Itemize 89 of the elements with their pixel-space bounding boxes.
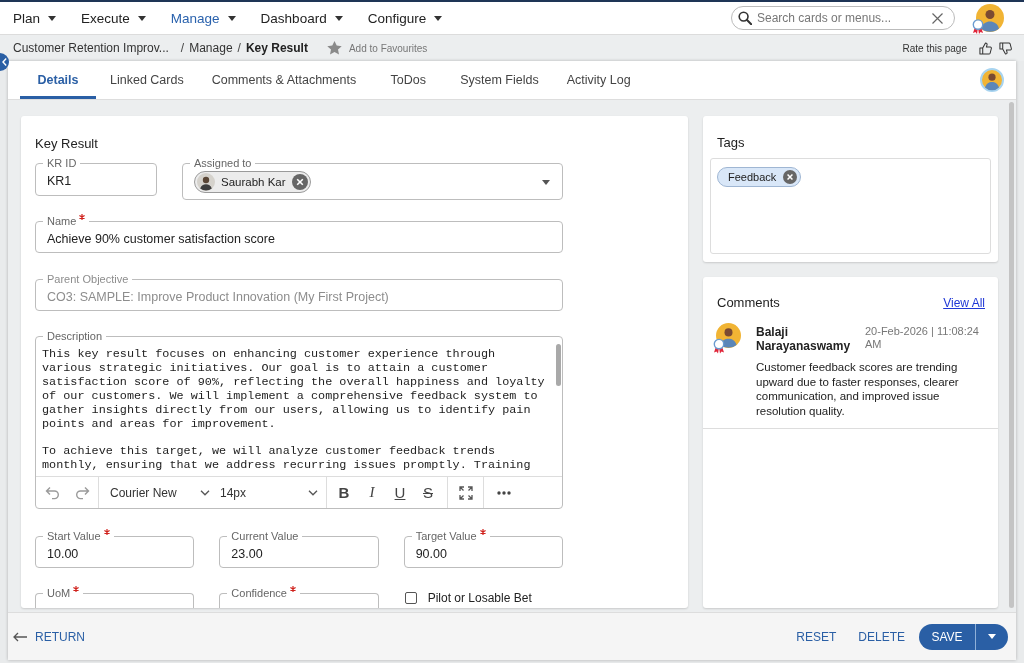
search-icon [738,11,752,25]
action-button[interactable]: DELETE [858,623,905,650]
underline-button[interactable]: U [386,480,414,505]
dropdown-caret-icon[interactable] [542,179,550,185]
search-field[interactable]: Search cards or menus... [731,6,955,30]
avatar-icon [197,173,215,191]
tab[interactable]: System Fields [446,61,553,99]
tab[interactable]: Linked Cards [96,61,198,99]
kr-id-field[interactable]: KR ID KR1 [35,157,157,196]
undo-icon[interactable] [45,485,60,500]
description-paragraph: This key result focuses on enhancing customer experience through various strategic initiatives. Our goal is to attain a customer satisfaction score of 90%, reflecting the overall happiness and loyalty of our customers. We will implement a comprehensive feedback system to gather insights directly from our users, allowing us to identify pain points and areas for improvement. [42,348,546,432]
checkbox[interactable] [404,592,417,604]
breadcrumb-link[interactable]: Manage [189,41,233,55]
number-field[interactable]: Start Value 10.00 [35,530,195,568]
caret-down-icon [434,15,443,21]
avatar-icon[interactable] [980,68,1004,92]
nav-menu[interactable]: Dashboard [260,10,343,26]
fullscreen-icon[interactable] [458,485,473,500]
field-label: Assigned to [194,157,252,169]
medal-icon [713,338,725,354]
name-field[interactable]: Name Achieve 90% customer satisfaction score [35,215,563,253]
caret-down-icon [227,15,236,21]
comment-author: Balaji Narayanaswamy [756,325,852,353]
nav-menu[interactable]: Manage [170,10,236,26]
italic-button[interactable]: I [358,480,386,505]
assignee-select[interactable]: Assigned to Saurabh Kar [182,157,563,200]
bold-button[interactable]: B [330,480,358,505]
breadcrumb-current: Key Result [245,41,308,55]
thumbs-down-icon[interactable] [999,41,1012,55]
card-title: Comments [717,295,780,311]
arrow-left-icon [13,631,27,642]
remove-icon[interactable] [291,174,308,190]
clear-icon[interactable] [932,12,943,24]
tab[interactable]: Activity Log [552,61,645,99]
field-label: Name [47,215,77,227]
tag-label: Feedback [728,171,777,183]
field-label: Current Value [231,530,299,542]
save-button[interactable]: SAVE [919,623,975,650]
scrollbar-thumb[interactable] [556,344,561,386]
breadcrumb-separator: / [237,41,241,55]
caret-down-icon [137,15,146,21]
remove-icon[interactable] [783,170,798,184]
tags-input-field[interactable]: Feedback [710,158,991,254]
card-title: Tags [716,135,746,151]
comment-text: Customer feedback scores are trending upward due to faster responses, clearer communication, and improved issue resolution quality. [756,360,960,418]
input-field[interactable]: UoM [35,587,195,608]
chevron-down-icon [308,489,318,496]
field-label: KR ID [47,157,77,169]
thumbs-up-icon[interactable] [979,41,992,55]
checkbox-label: Pilot or Losable Bet [427,591,532,605]
card-title: Key Result [35,136,99,152]
breadcrumb-separator: / [180,41,185,55]
nav-menu[interactable]: Execute [81,10,146,26]
field-label: Confidence [231,587,287,599]
scrollbar-thumb[interactable] [1009,102,1014,608]
field-label: Description [47,330,103,342]
strikethrough-button[interactable]: S [414,480,442,505]
caret-down-icon [334,15,343,21]
field-label: UoM [47,587,71,599]
caret-down-icon [988,634,996,639]
select-field[interactable]: Confidence [219,587,379,608]
breadcrumb-link[interactable]: Customer Retention Improv... [13,41,169,55]
nav-menu[interactable]: Plan [13,10,57,26]
tab[interactable]: Comments & Attachments [197,61,371,99]
collapse-button[interactable] [0,53,9,71]
rate-page-label: Rate this page [902,42,967,54]
caret-down-icon [48,15,57,21]
number-field[interactable]: Current Value 23.00 [219,530,379,568]
more-icon[interactable] [497,490,511,495]
nav-menu[interactable]: Configure [367,10,443,26]
return-button[interactable]: RETURN [13,623,85,650]
assignee-name: Saurabh Kar [221,176,286,188]
redo-icon[interactable] [75,485,90,500]
number-field[interactable]: Target Value 90.00 [403,530,563,568]
field-label: Start Value [47,530,101,542]
field-label: Parent Objective [47,273,129,285]
description-paragraph: To achieve this target, we will analyze customer feedback trends monthly, ensuring that we address recurring issues promptly. Training [42,445,532,474]
field-label: Target Value [415,530,477,542]
action-button[interactable]: RESET [796,623,837,650]
comment-time: 20-Feb-2026 | 11:08:24 AM [865,325,980,351]
save-options-button[interactable] [975,623,1008,650]
chevron-down-icon [200,489,210,496]
view-all-link[interactable]: View All [943,296,985,310]
description-field[interactable] [35,330,563,509]
add-favourite-button[interactable]: Add to Favourites [326,41,428,55]
font-size-select[interactable]: 14px [220,480,318,505]
tab[interactable]: ToDos [370,61,447,99]
font-family-select[interactable]: Courier New [110,480,210,505]
chevron-left-icon [1,58,7,66]
